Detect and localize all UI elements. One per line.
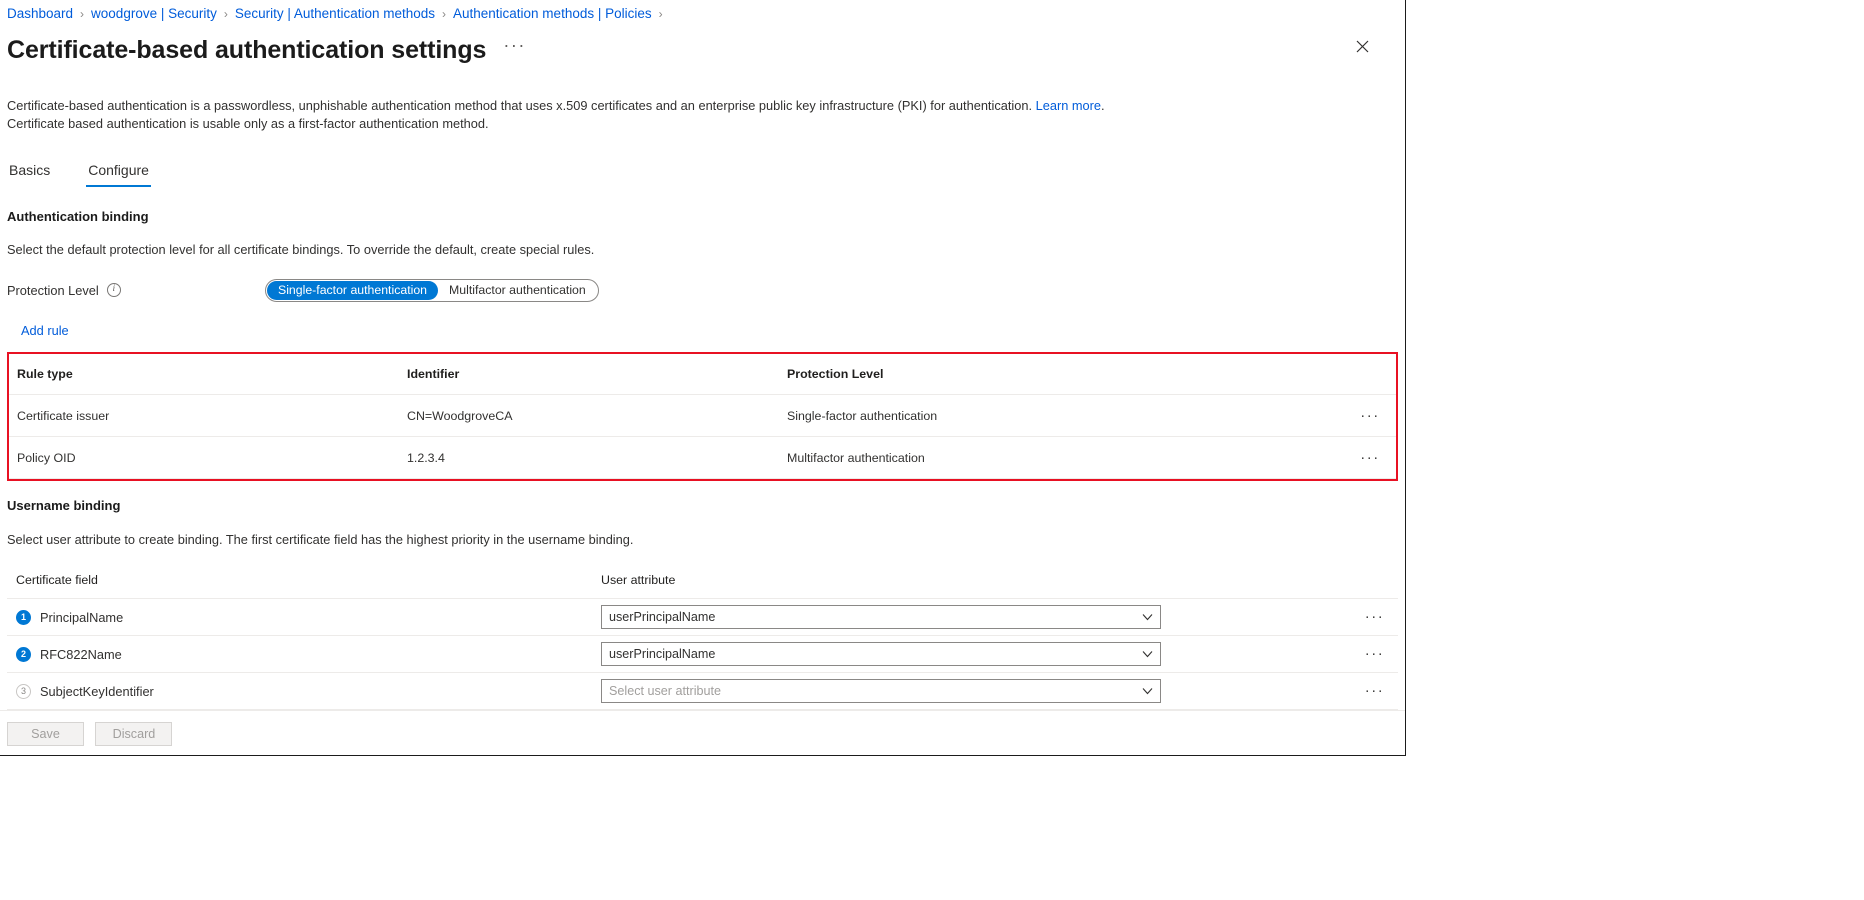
username-binding-row-actions: ··· <box>1342 599 1398 636</box>
certificate-field-cell: 1 PrincipalName <box>7 599 592 636</box>
rules-row-actions: ··· <box>1336 437 1396 479</box>
certificate-field-label: SubjectKeyIdentifier <box>40 684 154 699</box>
protection-level-option-1[interactable]: Multifactor authentication <box>438 281 597 300</box>
list-item: 2 RFC822Name userPrincipalName ··· <box>7 636 1398 673</box>
priority-badge-icon: 3 <box>16 684 31 699</box>
protection-level-row: Protection Level i Single-factor authent… <box>7 277 1398 303</box>
rules-cell-protection-level: Single-factor authentication <box>779 395 1336 437</box>
username-binding-column-header-actions <box>1342 573 1398 599</box>
certificate-field: 3 SubjectKeyIdentifier <box>16 684 592 699</box>
username-binding-column-header-1: User attribute <box>592 573 1342 599</box>
protection-level-toggle[interactable]: Single-factor authenticationMultifactor … <box>265 279 599 302</box>
rules-column-header-actions <box>1336 354 1396 395</box>
description-line2: Certificate based authentication is usab… <box>7 115 1398 133</box>
auth-binding-heading: Authentication binding <box>7 209 1398 224</box>
close-button[interactable] <box>1347 31 1377 61</box>
username-binding-subtext: Select user attribute to create binding.… <box>7 532 1398 547</box>
breadcrumb-separator-icon: › <box>442 5 446 23</box>
rules-column-header-2: Protection Level <box>779 354 1336 395</box>
chevron-down-icon <box>1142 686 1153 697</box>
breadcrumb-separator-icon: › <box>80 5 84 23</box>
blade-title-row: Certificate-based authentication setting… <box>0 23 1405 67</box>
username-binding-row-actions: ··· <box>1342 636 1398 673</box>
breadcrumb-separator-icon: › <box>224 5 228 23</box>
save-button[interactable]: Save <box>7 722 84 746</box>
row-context-menu-button[interactable]: ··· <box>1344 449 1396 466</box>
blade-footer: Save Discard <box>0 710 1405 755</box>
row-context-menu-button[interactable]: ··· <box>1351 682 1398 699</box>
rules-cell-identifier: CN=WoodgroveCA <box>399 395 779 437</box>
user-attribute-value: userPrincipalName <box>609 610 715 624</box>
description-line1-text: Certificate-based authentication is a pa… <box>7 98 1036 113</box>
priority-badge-icon: 1 <box>16 610 31 625</box>
description-line1-suffix: . <box>1101 98 1105 113</box>
certificate-field-cell: 2 RFC822Name <box>7 636 592 673</box>
rules-table: Rule typeIdentifierProtection Level Cert… <box>9 354 1396 479</box>
chevron-down-icon <box>1142 612 1153 623</box>
list-item: 1 PrincipalName userPrincipalName ··· <box>7 599 1398 636</box>
auth-binding-subtext: Select the default protection level for … <box>7 242 1398 257</box>
table-row[interactable]: Policy OID1.2.3.4Multifactor authenticat… <box>9 437 1396 479</box>
breadcrumb-item-1[interactable]: woodgrove | Security <box>91 5 217 23</box>
row-context-menu-button[interactable]: ··· <box>1344 407 1396 424</box>
page-title: Certificate-based authentication setting… <box>7 35 486 65</box>
certificate-field-cell: 3 SubjectKeyIdentifier <box>7 673 592 710</box>
rules-cell-rule-type: Certificate issuer <box>9 395 399 437</box>
certificate-field-label: RFC822Name <box>40 647 122 662</box>
tab-list: Basics Configure <box>7 157 1398 187</box>
user-attribute-value: userPrincipalName <box>609 647 715 661</box>
breadcrumb-item-2[interactable]: Security | Authentication methods <box>235 5 435 23</box>
tab-basics[interactable]: Basics <box>7 162 52 187</box>
user-attribute-cell: Select user attribute <box>592 673 1342 710</box>
list-item: 3 SubjectKeyIdentifier Select user attribu… <box>7 673 1398 710</box>
blade-description: Certificate-based authentication is a pa… <box>7 97 1398 132</box>
rules-column-header-0: Rule type <box>9 354 399 395</box>
protection-level-label-text: Protection Level <box>7 283 99 298</box>
rules-table-header-row: Rule typeIdentifierProtection Level <box>9 354 1396 395</box>
user-attribute-cell: userPrincipalName <box>592 636 1342 673</box>
learn-more-link[interactable]: Learn more <box>1036 98 1101 113</box>
tab-configure[interactable]: Configure <box>86 162 151 187</box>
breadcrumb-item-3[interactable]: Authentication methods | Policies <box>453 5 652 23</box>
table-row[interactable]: Certificate issuerCN=WoodgroveCASingle-f… <box>9 395 1396 437</box>
more-options-button[interactable]: ··· <box>503 35 525 56</box>
breadcrumb-separator-icon: › <box>659 5 663 23</box>
chevron-down-icon <box>1142 649 1153 660</box>
user-attribute-dropdown[interactable]: userPrincipalName <box>601 642 1161 666</box>
rules-table-body: Certificate issuerCN=WoodgroveCASingle-f… <box>9 395 1396 479</box>
protection-level-option-0[interactable]: Single-factor authentication <box>267 281 438 300</box>
discard-button[interactable]: Discard <box>95 722 172 746</box>
add-rule-link[interactable]: Add rule <box>21 323 69 338</box>
row-context-menu-button[interactable]: ··· <box>1351 608 1398 625</box>
priority-badge-icon: 2 <box>16 647 31 662</box>
rules-column-header-1: Identifier <box>399 354 779 395</box>
rules-cell-identifier: 1.2.3.4 <box>399 437 779 479</box>
rules-cell-rule-type: Policy OID <box>9 437 399 479</box>
rules-row-actions: ··· <box>1336 395 1396 437</box>
row-context-menu-button[interactable]: ··· <box>1351 645 1398 662</box>
rules-table-highlight: Rule typeIdentifierProtection Level Cert… <box>7 352 1398 481</box>
user-attribute-value: Select user attribute <box>609 684 721 698</box>
breadcrumb-item-0[interactable]: Dashboard <box>7 5 73 23</box>
username-binding-heading: Username binding <box>7 498 1398 513</box>
username-binding-header-row: Certificate fieldUser attribute <box>7 573 1398 599</box>
username-binding-row-actions: ··· <box>1342 673 1398 710</box>
certificate-field: 1 PrincipalName <box>16 610 592 625</box>
breadcrumb: Dashboard › woodgrove | Security › Security … <box>0 0 1405 23</box>
certificate-field: 2 RFC822Name <box>16 647 592 662</box>
user-attribute-dropdown[interactable]: userPrincipalName <box>601 605 1161 629</box>
user-attribute-cell: userPrincipalName <box>592 599 1342 636</box>
rules-cell-protection-level: Multifactor authentication <box>779 437 1336 479</box>
close-icon <box>1356 40 1369 53</box>
info-icon[interactable]: i <box>107 283 121 297</box>
username-binding-column-header-0: Certificate field <box>7 573 592 599</box>
protection-level-label: Protection Level i <box>7 283 257 298</box>
certificate-field-label: PrincipalName <box>40 610 123 625</box>
user-attribute-dropdown[interactable]: Select user attribute <box>601 679 1161 703</box>
blade-panel: Dashboard › woodgrove | Security › Security … <box>0 0 1406 756</box>
